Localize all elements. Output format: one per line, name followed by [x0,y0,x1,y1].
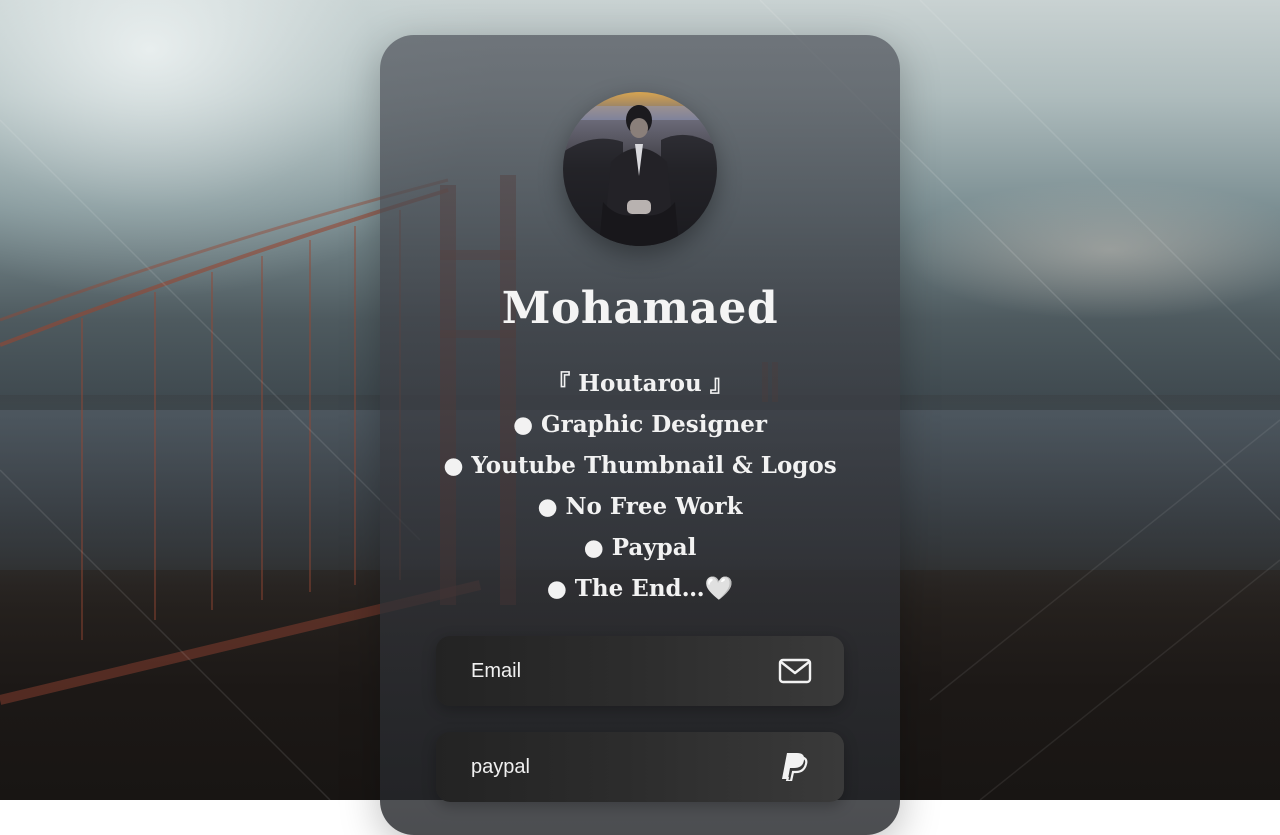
avatar[interactable] [563,92,717,246]
profile-name: Mohamaed [501,283,779,334]
paypal-link-label: paypal [471,756,530,778]
bio-line: ● No Free Work [537,493,743,520]
paypal-link-button[interactable]: paypal [436,732,844,802]
profile-bio: 『 Houtarou 』 ● Graphic Designer ● Youtub… [380,363,900,609]
bio-line: 『 Houtarou 』 [547,370,733,397]
bio-line: ● The End…🤍 [546,575,734,602]
mail-icon [778,658,812,684]
email-link-label: Email [471,660,522,682]
bio-line: ● Youtube Thumbnail & Logos [443,452,837,479]
bio-line: ● Paypal [583,534,697,561]
avatar-image [563,92,717,246]
profile-card: Mohamaed 『 Houtarou 』 ● Graphic Designer… [380,35,900,835]
bio-line: ● Graphic Designer [512,411,768,438]
paypal-icon [782,753,808,781]
email-link-button[interactable]: Email [436,636,844,706]
